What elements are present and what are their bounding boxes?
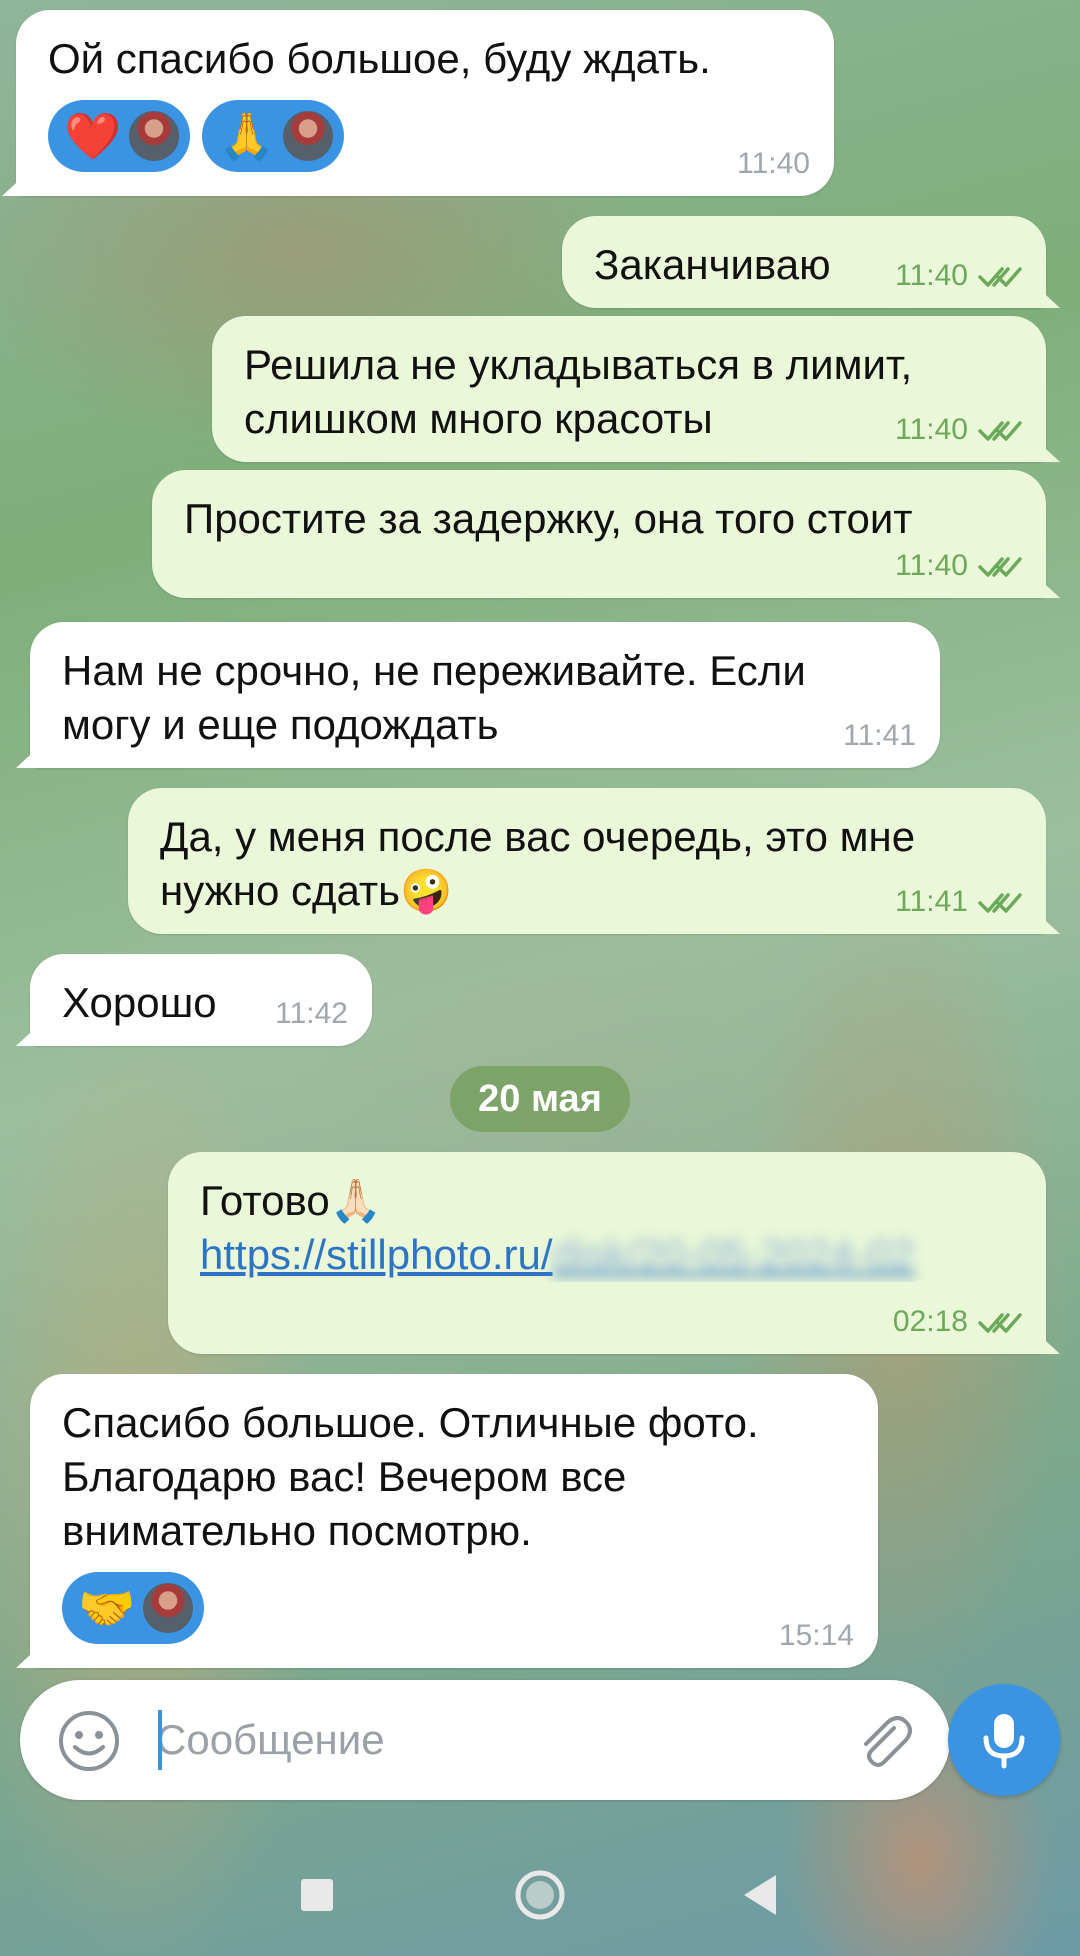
home-button[interactable]	[505, 1860, 575, 1930]
message-time: 11:41	[843, 719, 916, 752]
composer-pill	[20, 1680, 950, 1800]
message-meta: 11:40	[895, 550, 1022, 582]
chat-message-list[interactable]: Ой спасибо большое, буду ждать. ❤️ 🙏 11:…	[0, 0, 1080, 1670]
reaction-heart[interactable]: ❤️	[48, 100, 190, 172]
message-text: Готово🙏🏻	[200, 1177, 382, 1224]
message-meta: 02:18	[893, 1306, 1022, 1338]
outgoing-message[interactable]: Да, у меня после вас очередь, это мне ну…	[128, 788, 1046, 934]
reaction-folded-hands[interactable]: 🙏	[202, 100, 344, 172]
microphone-button[interactable]	[948, 1684, 1060, 1796]
message-text: Нам не срочно, не переживайте. Если могу…	[62, 647, 806, 748]
link-line: https://stillphoto.ru/disk/20-05-2024-02	[200, 1228, 1014, 1282]
incoming-message[interactable]: Спасибо большое. Отличные фото. Благодар…	[30, 1374, 878, 1668]
outgoing-message[interactable]: Простите за задержку, она того стоит 11:…	[152, 470, 1046, 598]
link-hidden-part: disk/20-05-2024-02	[552, 1231, 915, 1278]
message-time: 11:40	[895, 413, 968, 446]
message-time: 15:14	[778, 1619, 854, 1652]
message-composer	[20, 1680, 1060, 1800]
outgoing-message[interactable]: Заканчиваю 11:40	[562, 216, 1046, 308]
message-meta: 11:42	[275, 998, 348, 1030]
date-separator: 20 мая	[450, 1066, 630, 1132]
message-text: Ой спасибо большое, буду ждать.	[48, 35, 711, 82]
heart-icon: ❤️	[64, 110, 122, 162]
avatar	[280, 108, 336, 164]
double-check-icon	[978, 893, 1022, 913]
incoming-message[interactable]: Ой спасибо большое, буду ждать. ❤️ 🙏 11:…	[16, 10, 834, 196]
incoming-message[interactable]: Хорошо 11:42	[30, 954, 372, 1046]
paperclip-icon[interactable]	[850, 1708, 916, 1774]
microphone-icon	[983, 1714, 1025, 1769]
reactions-row: 🤝	[62, 1572, 846, 1644]
folded-hands-icon: 🙏	[218, 110, 276, 162]
incoming-message[interactable]: Нам не срочно, не переживайте. Если могу…	[30, 622, 940, 768]
message-meta: 11:40	[895, 414, 1022, 446]
message-meta: 15:14	[779, 1620, 854, 1652]
message-text: Да, у меня после вас очередь, это мне ну…	[160, 813, 916, 914]
message-time: 11:40	[737, 147, 810, 180]
message-time: 02:18	[892, 1305, 968, 1338]
message-input[interactable]	[156, 1706, 826, 1774]
outgoing-message[interactable]: Решила не укладываться в лимит, слишком …	[212, 316, 1046, 462]
message-meta: 11:41	[895, 886, 1022, 918]
outgoing-message[interactable]: Готово🙏🏻 https://stillphoto.ru/disk/20-0…	[168, 1152, 1046, 1354]
avatar	[140, 1580, 196, 1636]
message-time: 11:41	[895, 885, 968, 918]
message-meta: 11:40	[895, 260, 1022, 292]
square-icon	[301, 1879, 333, 1911]
message-time: 11:40	[895, 549, 968, 582]
message-meta: 11:41	[843, 720, 916, 752]
double-check-icon	[978, 1313, 1022, 1333]
recents-button[interactable]	[282, 1860, 352, 1930]
reactions-row: ❤️ 🙏	[48, 100, 802, 172]
system-navigation-bar	[0, 1830, 1080, 1956]
circle-icon	[515, 1870, 565, 1920]
emoji-icon[interactable]	[56, 1708, 122, 1774]
message-text: Простите за задержку, она того стоит	[184, 495, 913, 542]
double-check-icon	[978, 557, 1022, 577]
avatar	[126, 108, 182, 164]
back-button[interactable]	[725, 1860, 795, 1930]
handshake-icon: 🤝	[78, 1582, 136, 1634]
text-cursor	[158, 1710, 162, 1770]
message-link[interactable]: https://stillphoto.ru/disk/20-05-2024-02	[200, 1231, 914, 1278]
triangle-back-icon	[744, 1875, 776, 1915]
message-meta: 11:40	[737, 148, 810, 180]
message-text: Спасибо большое. Отличные фото. Благодар…	[62, 1399, 759, 1554]
double-check-icon	[978, 421, 1022, 441]
message-time: 11:40	[895, 259, 968, 292]
double-check-icon	[978, 267, 1022, 287]
reaction-handshake[interactable]: 🤝	[62, 1572, 204, 1644]
message-time: 11:42	[275, 997, 348, 1030]
link-url: https://stillphoto.ru/	[200, 1231, 553, 1278]
